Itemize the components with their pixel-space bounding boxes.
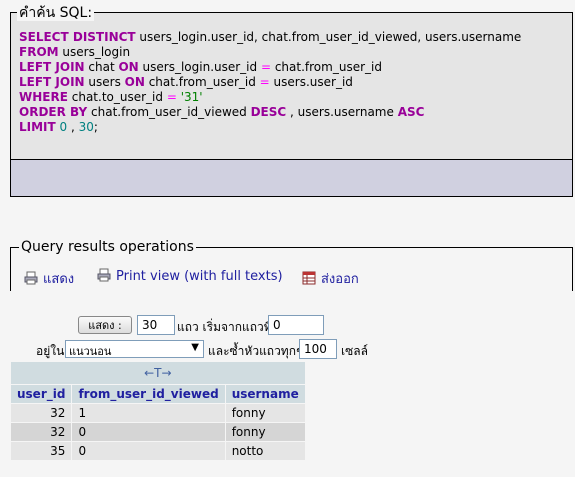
printer-icon — [24, 271, 38, 285]
query-results-operations: Query results operations แสดง Print view… — [10, 239, 573, 291]
show-button[interactable]: แสดง : — [78, 316, 132, 334]
sql-line: LEFT JOIN users ON chat.from_user_id = u… — [19, 75, 353, 89]
sql-line: LEFT JOIN chat ON users_login.user_id = … — [19, 60, 382, 74]
sql-line: FROM users_login — [19, 45, 131, 59]
print-view-label: Print view (with full texts) — [116, 269, 283, 284]
repeat-header-input[interactable]: 100 — [299, 339, 337, 359]
sql-line: SELECT DISTINCT users_login.user_id, cha… — [19, 30, 522, 44]
mode-label: อยู่ใน — [36, 344, 65, 358]
cell-username: fonny — [225, 423, 305, 441]
export-table-icon — [302, 271, 316, 285]
cell-user-id: 32 — [11, 404, 72, 422]
cell-from-user-id-viewed: 0 — [72, 442, 225, 460]
sql-line: WHERE chat.to_user_id = '31' — [19, 90, 203, 104]
export-label: ส่งออก — [321, 272, 359, 287]
rows-input[interactable]: 30 — [137, 315, 175, 335]
printer-icon — [97, 268, 111, 282]
sql-line: LIMIT 0 , 30; — [19, 120, 98, 134]
cell-username: notto — [225, 442, 305, 460]
column-header-from-user-id-viewed[interactable]: from_user_id_viewed — [72, 385, 225, 403]
table-row[interactable]: 35 0 notto — [11, 442, 305, 460]
cell-username: fonny — [225, 404, 305, 422]
show-link-label: แสดง — [43, 272, 75, 287]
display-mode-select[interactable]: แนวนอน ▼ — [65, 340, 204, 358]
cell-from-user-id-viewed: 0 — [72, 423, 225, 441]
display-mode-value: แนวนอน — [69, 345, 112, 358]
column-order-arrows[interactable]: ←T→ — [11, 362, 305, 384]
cell-user-id: 35 — [11, 442, 72, 460]
cells-label: เซลล์ — [341, 344, 368, 358]
export-link[interactable]: ส่งออก — [302, 268, 359, 289]
table-row[interactable]: 32 0 fonny — [11, 423, 305, 441]
sql-query-text: SELECT DISTINCT users_login.user_id, cha… — [19, 30, 521, 135]
sql-query-legend: คำค้น SQL: — [17, 5, 95, 21]
chevron-down-icon: ▼ — [191, 342, 199, 353]
start-row-input[interactable]: 0 — [268, 315, 324, 335]
results-table: ←T→ user_id from_user_id_viewed username… — [10, 361, 306, 461]
repeat-header-label: และซ้ำหัวแถวทุกๆ — [208, 344, 303, 358]
sql-query-footer — [11, 159, 572, 196]
show-link[interactable]: แสดง — [24, 268, 74, 289]
sql-query-fieldset: คำค้น SQL: SELECT DISTINCT users_login.u… — [10, 5, 573, 197]
sql-line: ORDER BY chat.from_user_id_viewed DESC ,… — [19, 105, 425, 119]
column-header-username[interactable]: username — [225, 385, 305, 403]
table-row[interactable]: 32 1 fonny — [11, 404, 305, 422]
cell-from-user-id-viewed: 1 — [72, 404, 225, 422]
column-header-user-id[interactable]: user_id — [11, 385, 72, 403]
operations-legend: Query results operations — [19, 239, 196, 255]
cell-user-id: 32 — [11, 423, 72, 441]
print-view-link[interactable]: Print view (with full texts) — [97, 268, 283, 284]
table-header-row: user_id from_user_id_viewed username — [11, 385, 305, 403]
rows-label: แถว เริ่มจากแถวที่ — [177, 320, 272, 334]
